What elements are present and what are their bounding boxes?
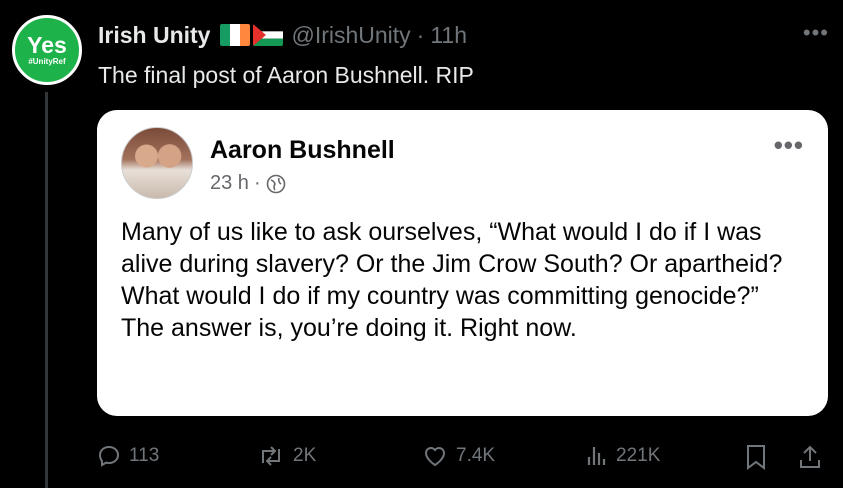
- profile-avatar[interactable]: Yes #UnityRef: [12, 15, 82, 85]
- author-avatar[interactable]: [121, 127, 193, 199]
- share-icon: [800, 445, 820, 468]
- like-button[interactable]: 7.4K: [422, 444, 495, 468]
- reply-button[interactable]: 113: [97, 444, 159, 468]
- avatar-main-text: Yes: [27, 32, 67, 58]
- views-icon: [587, 447, 606, 465]
- share-button[interactable]: [797, 444, 823, 470]
- author-meta: 23 h ·: [210, 172, 286, 195]
- display-name[interactable]: Irish Unity: [98, 22, 210, 49]
- like-count: 7.4K: [456, 445, 496, 466]
- author-name[interactable]: Aaron Bushnell: [210, 136, 395, 165]
- globe-icon: [266, 174, 285, 193]
- views-button[interactable]: 221K: [584, 444, 660, 468]
- ireland-flag-icon: [220, 24, 251, 46]
- repost-count: 2K: [293, 445, 317, 466]
- quoted-paragraph: The answer is, you’re doing it. Right no…: [121, 314, 577, 342]
- meta-separator: ·: [416, 21, 425, 48]
- name-flags: [220, 24, 284, 46]
- bookmark-button[interactable]: [745, 444, 767, 470]
- bookmark-icon: [747, 445, 765, 470]
- quoted-post-time: 23 h: [210, 172, 249, 194]
- quoted-meta-separator: ·: [253, 172, 261, 194]
- like-icon: [424, 447, 446, 467]
- palestine-flag-icon: [253, 24, 284, 46]
- more-icon[interactable]: •••: [803, 20, 829, 46]
- quoted-post-card[interactable]: Aaron Bushnell 23 h · ••• Many of us lik…: [97, 110, 828, 416]
- repost-icon: [262, 446, 280, 466]
- views-count: 221K: [616, 445, 661, 466]
- quoted-more-icon[interactable]: •••: [774, 130, 804, 161]
- tweet-text: The final post of Aaron Bushnell. RIP: [98, 62, 474, 88]
- post-time[interactable]: 11h: [430, 22, 467, 49]
- thread-line: [45, 92, 48, 488]
- user-handle[interactable]: @IrishUnity: [291, 22, 410, 49]
- action-bar: 113 2K 7.4K 221K: [97, 444, 831, 474]
- quoted-paragraph: Many of us like to ask ourselves, “What …: [121, 218, 783, 310]
- avatar-tag-text: #UnityRef: [28, 57, 66, 66]
- quoted-post-body: Many of us like to ask ourselves, “What …: [121, 216, 811, 344]
- repost-button[interactable]: 2K: [257, 444, 316, 468]
- tweet-header: Irish Unity @IrishUnity · 11h: [98, 20, 467, 50]
- reply-icon: [98, 445, 120, 467]
- reply-count: 113: [129, 445, 160, 466]
